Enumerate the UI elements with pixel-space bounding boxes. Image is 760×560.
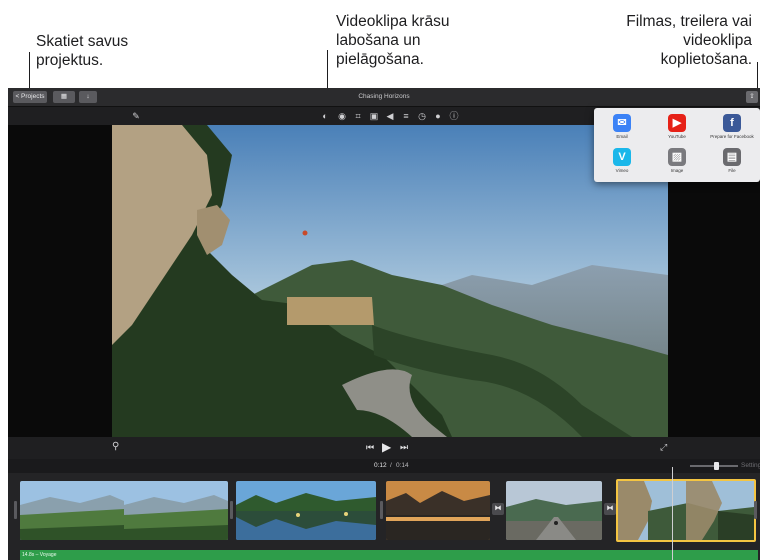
- skip-back-icon[interactable]: ⏮: [366, 442, 374, 453]
- clip-handle-left[interactable]: [14, 501, 17, 519]
- skip-forward-icon[interactable]: ⏭: [400, 442, 408, 453]
- clip-chasing-horizons-selected[interactable]: [616, 479, 756, 542]
- share-image-label: Image: [670, 168, 684, 173]
- share-facebook[interactable]: f Prepare for Facebook: [706, 114, 758, 139]
- time-separator: /: [390, 462, 392, 469]
- share-vimeo[interactable]: V Vimeo: [596, 148, 648, 173]
- settings-button[interactable]: Settings: [741, 459, 760, 473]
- image-icon: ▨: [668, 148, 686, 166]
- callout-adjust: Videoklipa krāsu labošana un pielāgošana…: [336, 13, 450, 68]
- callout-projects-line: [29, 52, 30, 90]
- playhead[interactable]: [672, 467, 673, 560]
- clip-mountain-fields[interactable]: [20, 481, 228, 540]
- clip-handle[interactable]: [230, 501, 233, 519]
- callout-share: Filmas, treilera vai videoklipa koplieto…: [626, 13, 752, 68]
- clip-sunset-lake[interactable]: [386, 481, 490, 540]
- share-icon: ⇪: [749, 93, 755, 100]
- clip-thumbnail: [506, 481, 602, 540]
- transition-icon[interactable]: ⧓: [604, 503, 616, 515]
- share-popover: ✉ Email ▶ YouTube f Prepare for Facebook…: [594, 108, 760, 182]
- imovie-window: < Projects ▦ ↓ Chasing Horizons ⇪ ✎ ◐ ◉ …: [8, 88, 760, 560]
- transition-icon[interactable]: ⧓: [492, 503, 504, 515]
- share-file[interactable]: ▤ File: [706, 148, 758, 173]
- timeline[interactable]: ⧓ ⧓ 14.8s – Voyage: [8, 473, 760, 560]
- audio-track[interactable]: 14.8s – Voyage: [20, 550, 758, 560]
- callout-projects: Skatiet savus projektus.: [36, 33, 129, 69]
- microphone-icon[interactable]: ⚲: [112, 441, 119, 452]
- title-bar: < Projects ▦ ↓ Chasing Horizons ⇪: [8, 88, 760, 107]
- fullscreen-icon[interactable]: ⤢: [660, 442, 667, 453]
- facebook-icon: f: [723, 114, 741, 132]
- share-youtube[interactable]: ▶ YouTube: [651, 114, 703, 139]
- clip-thumbnail: [236, 481, 376, 540]
- share-email[interactable]: ✉ Email: [596, 114, 648, 139]
- clip-thumbnail: [618, 481, 754, 540]
- magic-wand-icon[interactable]: ✎: [130, 110, 142, 122]
- current-time: 0:12: [374, 462, 387, 469]
- color-correction-icon[interactable]: ◉: [336, 110, 348, 122]
- youtube-icon: ▶: [668, 114, 686, 132]
- zoom-slider[interactable]: [690, 462, 738, 470]
- crop-icon[interactable]: ⌗: [352, 110, 364, 122]
- time-bar: 0:12 / 0:14 Settings: [8, 459, 760, 473]
- noise-reduction-icon[interactable]: ●: [432, 110, 444, 122]
- vimeo-icon: V: [613, 148, 631, 166]
- share-file-label: File: [728, 168, 736, 173]
- equalizer-icon[interactable]: ≡: [400, 110, 412, 122]
- clip-thumbnail: [386, 481, 490, 540]
- info-icon[interactable]: ⓘ: [448, 110, 460, 122]
- color-balance-icon[interactable]: ◐: [319, 110, 331, 122]
- email-icon: ✉: [613, 114, 631, 132]
- share-youtube-label: YouTube: [668, 134, 686, 139]
- share-email-label: Email: [616, 134, 628, 139]
- file-icon: ▤: [723, 148, 741, 166]
- volume-icon[interactable]: ◀: [384, 110, 396, 122]
- stabilization-icon[interactable]: ▣: [368, 110, 380, 122]
- share-facebook-label: Prepare for Facebook: [710, 134, 754, 139]
- clip-handle-right[interactable]: [754, 501, 757, 519]
- video-frame: [112, 125, 668, 437]
- clip-river-reflection[interactable]: [236, 481, 376, 540]
- clip-road-cyclist[interactable]: [506, 481, 602, 540]
- share-button[interactable]: ⇪: [746, 91, 758, 103]
- share-image[interactable]: ▨ Image: [651, 148, 703, 173]
- clip-handle[interactable]: [380, 501, 383, 519]
- share-vimeo-label: Vimeo: [615, 168, 629, 173]
- play-icon[interactable]: ▶: [382, 440, 391, 454]
- window-title: Chasing Horizons: [358, 93, 410, 100]
- zoom-slider-knob[interactable]: [714, 462, 719, 470]
- speed-icon[interactable]: ◷: [416, 110, 428, 122]
- total-time: 0:14: [396, 462, 409, 469]
- transport-controls: ⚲ ⏮ ▶ ⏭ ⤢: [8, 437, 760, 459]
- clip-thumbnail: [20, 481, 228, 540]
